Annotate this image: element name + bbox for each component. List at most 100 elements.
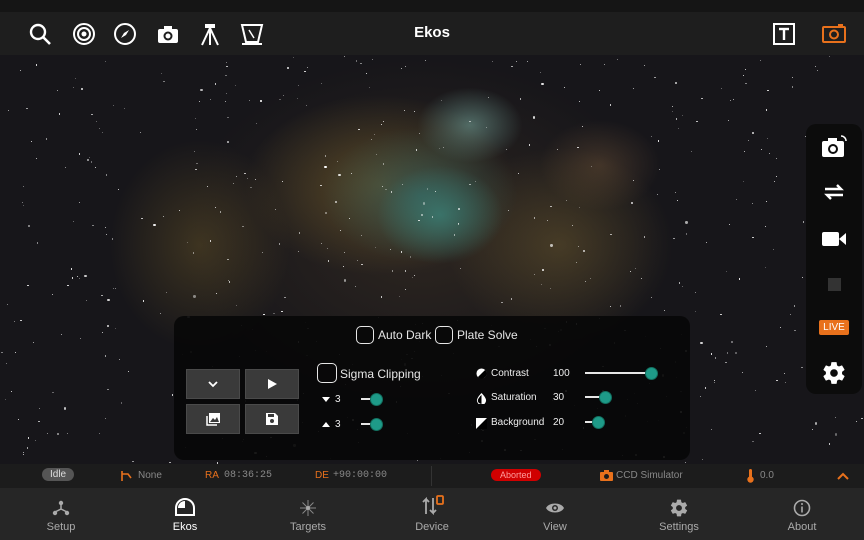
nav-about[interactable]: About xyxy=(762,488,842,540)
expand-button[interactable] xyxy=(186,369,240,399)
star xyxy=(584,280,586,282)
camera-icon[interactable] xyxy=(156,22,180,46)
sigma-low-slider[interactable] xyxy=(370,393,383,406)
star xyxy=(566,200,568,202)
star xyxy=(193,295,196,298)
star xyxy=(105,174,108,176)
star xyxy=(526,60,528,62)
star xyxy=(785,381,787,383)
loop-icon xyxy=(824,184,844,200)
star xyxy=(609,306,612,308)
nav-settings[interactable]: Settings xyxy=(639,488,719,540)
capture-panel: LIVE xyxy=(806,124,862,394)
star xyxy=(834,433,838,436)
star xyxy=(731,341,733,343)
star xyxy=(710,353,712,355)
star xyxy=(120,402,122,404)
star xyxy=(88,156,90,158)
capture-settings-button[interactable] xyxy=(806,360,862,386)
star xyxy=(861,417,863,419)
star xyxy=(1,352,3,354)
play-icon xyxy=(267,379,277,389)
saturation-slider[interactable] xyxy=(598,391,612,404)
play-button[interactable] xyxy=(245,369,299,399)
star xyxy=(22,201,24,204)
sigma-clipping-checkbox[interactable] xyxy=(317,363,337,383)
star xyxy=(194,118,196,120)
video-button[interactable] xyxy=(806,226,862,252)
stop-button[interactable] xyxy=(806,274,862,294)
star xyxy=(534,217,536,219)
star xyxy=(20,69,22,71)
star xyxy=(56,89,58,91)
star xyxy=(743,74,745,77)
background-slider[interactable] xyxy=(592,416,606,429)
star xyxy=(31,140,33,142)
star xyxy=(343,265,345,267)
chevron-up-icon[interactable] xyxy=(837,472,849,480)
star xyxy=(101,295,103,297)
text-frame-icon[interactable] xyxy=(772,22,796,46)
star xyxy=(682,285,684,287)
star xyxy=(733,98,735,101)
star xyxy=(214,83,216,85)
star xyxy=(350,173,352,175)
flat-panel-icon[interactable] xyxy=(240,22,264,46)
nav-ekos[interactable]: Ekos xyxy=(145,488,225,540)
tripod-icon[interactable] xyxy=(198,22,222,46)
star xyxy=(685,233,688,235)
star xyxy=(720,313,722,316)
star xyxy=(411,277,413,279)
star xyxy=(64,167,66,169)
star xyxy=(828,443,830,445)
star xyxy=(99,432,101,434)
star xyxy=(371,58,373,60)
star xyxy=(710,428,712,430)
camera-frame-icon[interactable] xyxy=(822,22,846,46)
star xyxy=(281,310,283,312)
star xyxy=(228,281,230,283)
star xyxy=(123,108,125,110)
star xyxy=(141,217,143,219)
star xyxy=(766,137,768,139)
star xyxy=(52,392,54,394)
auto-dark-checkbox[interactable] xyxy=(356,326,374,344)
nav-view[interactable]: View xyxy=(515,488,595,540)
star xyxy=(104,227,106,229)
plate-solve-label: Plate Solve xyxy=(457,328,518,342)
star xyxy=(13,320,16,322)
star xyxy=(469,120,471,122)
gallery-button[interactable] xyxy=(186,404,240,434)
star xyxy=(325,155,327,157)
nav-device[interactable]: Device xyxy=(392,488,472,540)
star xyxy=(186,241,188,243)
star xyxy=(71,277,73,279)
star xyxy=(160,313,162,315)
contrast-slider[interactable] xyxy=(645,367,658,380)
star xyxy=(488,97,490,99)
nav-targets[interactable]: Targets xyxy=(268,488,348,540)
star xyxy=(413,110,415,112)
sigma-high-slider[interactable] xyxy=(370,418,383,431)
star xyxy=(102,331,104,333)
star xyxy=(58,113,61,115)
compass-icon[interactable] xyxy=(113,22,137,46)
live-button[interactable]: LIVE xyxy=(806,317,862,337)
loop-button[interactable] xyxy=(806,179,862,205)
star xyxy=(405,288,407,291)
star xyxy=(815,422,818,425)
plate-solve-checkbox[interactable] xyxy=(435,326,453,344)
saturation-value: 30 xyxy=(553,392,565,403)
capture-button[interactable] xyxy=(806,134,862,160)
star xyxy=(682,114,684,116)
save-button[interactable] xyxy=(245,404,299,434)
status-bar: Idle None RA 08:36:25 DE +90:00:00 Abort… xyxy=(0,464,864,488)
star xyxy=(674,81,677,85)
search-icon[interactable] xyxy=(28,22,52,46)
star xyxy=(620,305,622,307)
nav-setup[interactable]: Setup xyxy=(21,488,101,540)
bottom-nav: Setup Ekos Targets Device View Settings … xyxy=(0,488,864,540)
star xyxy=(193,252,195,254)
star xyxy=(580,63,582,65)
target-icon[interactable] xyxy=(72,22,96,46)
